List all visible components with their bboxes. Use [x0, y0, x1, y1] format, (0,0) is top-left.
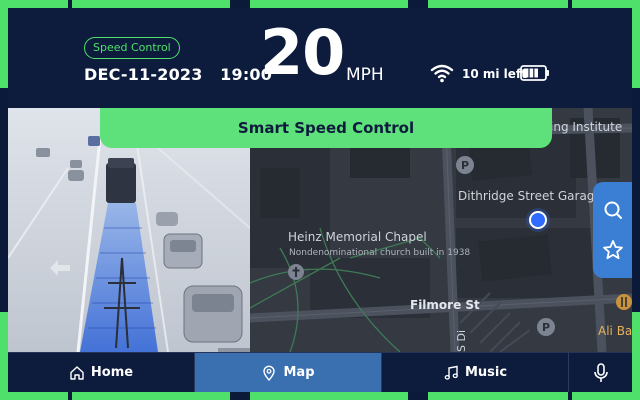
- nav-home[interactable]: Home: [8, 352, 194, 392]
- frame-top-left: [0, 0, 68, 8]
- parking-pin-icon[interactable]: P: [456, 156, 474, 178]
- institute-label: ing Institute: [550, 120, 623, 134]
- battery-icon: [520, 65, 549, 81]
- svg-text:P: P: [542, 321, 550, 334]
- adjacent-car-2: [183, 285, 243, 343]
- wifi-icon: [430, 64, 454, 83]
- range-text: 10 mi left: [462, 67, 527, 81]
- date-text: DEC-11-2023: [84, 65, 203, 84]
- frame-top-mid3: [428, 0, 568, 8]
- microphone-icon: [593, 362, 608, 382]
- frame-top-right: [572, 0, 640, 8]
- speed-unit: MPH: [346, 65, 384, 85]
- parking-pin-icon[interactable]: P: [537, 318, 555, 340]
- street-vertical-label: S Di: [455, 329, 468, 352]
- lead-truck: [106, 158, 136, 203]
- smart-speed-banner: Smart Speed Control: [100, 108, 552, 148]
- main-content: Heinz Memorial Chapel Nondenominational …: [8, 108, 632, 352]
- music-note-icon: [444, 365, 458, 380]
- star-icon[interactable]: [601, 238, 625, 262]
- restaurant-pin-icon[interactable]: [616, 294, 632, 312]
- garage-label: Dithridge Street Garag: [458, 189, 595, 203]
- chapel-pin-icon[interactable]: [288, 264, 304, 282]
- frame-bottom-left: [0, 392, 68, 400]
- nav-map[interactable]: Map: [195, 352, 381, 392]
- search-icon[interactable]: [601, 198, 625, 222]
- speed-value: 20: [260, 16, 345, 89]
- date-time: DEC-11-2023 19:00: [84, 65, 272, 84]
- current-location-marker: [526, 208, 550, 232]
- speed-control-pill[interactable]: Speed Control: [84, 37, 180, 59]
- street-label: Filmore St: [410, 298, 480, 312]
- frame-right-top: [632, 0, 640, 88]
- bottom-nav: Home Map Music: [8, 352, 632, 392]
- map-pin-icon: [263, 365, 276, 381]
- nav-music[interactable]: Music: [382, 352, 568, 392]
- frame-bottom-right: [572, 392, 640, 400]
- status-header: Speed Control DEC-11-2023 19:00 20 MPH 1…: [8, 8, 632, 108]
- frame-bottom-mid2: [250, 392, 408, 400]
- nav-music-label: Music: [464, 365, 508, 380]
- nav-home-label: Home: [90, 365, 134, 380]
- chapel-name-label: Heinz Memorial Chapel: [288, 230, 427, 244]
- restaurant-label: Ali Bab: [598, 324, 632, 338]
- frame-top-mid1: [72, 0, 230, 8]
- frame-bottom-mid3: [428, 392, 568, 400]
- frame-left-top: [0, 0, 8, 88]
- frame-top-mid2: [250, 0, 408, 8]
- frame-left-bottom: [0, 312, 8, 400]
- chapel-description-label: Nondenominational church built in 1938: [289, 248, 471, 258]
- frame-bottom-mid1: [72, 392, 230, 400]
- voice-button[interactable]: [569, 352, 632, 392]
- map-side-actions: [593, 182, 632, 278]
- dashboard-screen: Speed Control DEC-11-2023 19:00 20 MPH 1…: [8, 8, 632, 392]
- home-icon: [70, 365, 84, 380]
- adjacent-car-1: [163, 233, 203, 269]
- svg-text:P: P: [461, 159, 469, 172]
- frame-right-bottom: [632, 312, 640, 400]
- nav-map-label: Map: [283, 365, 315, 380]
